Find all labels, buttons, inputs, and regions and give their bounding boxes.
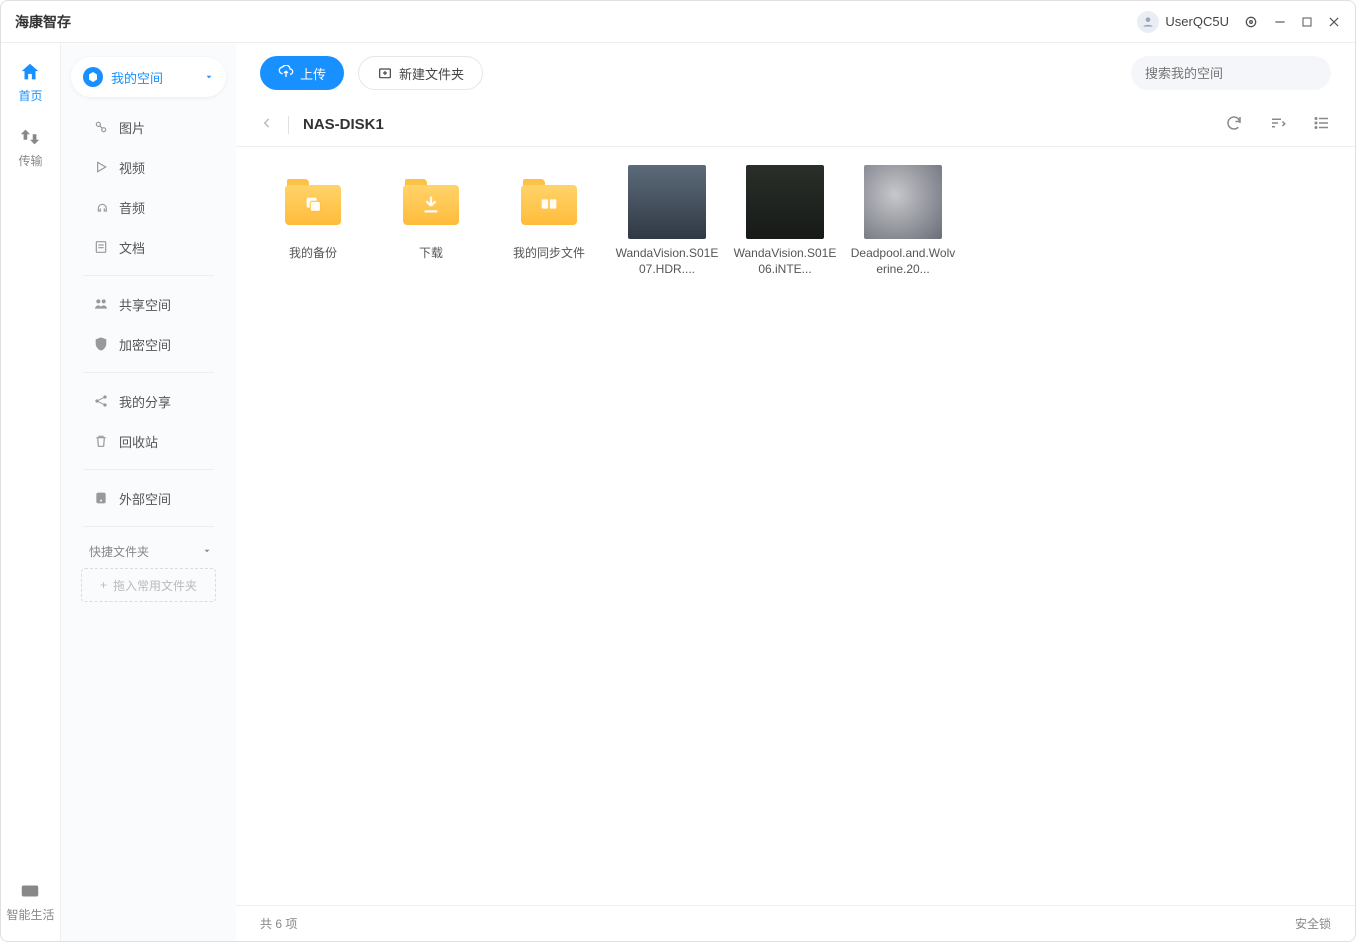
quick-folders-dropzone[interactable]: + 拖入常用文件夹: [81, 568, 216, 602]
content-area: 上传 新建文件夹 NAS-DISK1: [236, 43, 1355, 941]
sidebar-recycle-label: 回收站: [119, 432, 158, 451]
quick-folders-header[interactable]: 快捷文件夹: [71, 535, 226, 568]
item-name: 我的备份: [289, 245, 337, 261]
sidebar-myshare-label: 我的分享: [119, 392, 171, 411]
sidebar-tab-video-label: 视频: [119, 158, 145, 177]
sidebar-myshare[interactable]: 我的分享: [71, 381, 226, 421]
user-menu[interactable]: UserQC5U: [1137, 11, 1229, 33]
divider: [288, 116, 289, 134]
upload-button[interactable]: 上传: [260, 56, 344, 90]
file-grid: 我的备份 下载 我的同步文件 WandaVision.S01E07.HDR.... Wa…: [236, 147, 1355, 905]
video-item[interactable]: Deadpool.and.Wolverine.20...: [850, 165, 956, 277]
left-rail: 首页 传输 智能生活: [1, 43, 61, 941]
quick-folders-label: 快捷文件夹: [89, 543, 149, 560]
sidebar-tab-doc-label: 文档: [119, 238, 145, 257]
sidebar-tab-pic-label: 图片: [119, 118, 145, 137]
space-selector-label: 我的空间: [111, 68, 196, 87]
sidebar-secure-label: 加密空间: [119, 335, 171, 354]
item-name: Deadpool.and.Wolverine.20...: [850, 245, 956, 277]
rail-home[interactable]: 首页: [18, 61, 42, 104]
video-item[interactable]: WandaVision.S01E07.HDR....: [614, 165, 720, 277]
rail-home-label: 首页: [18, 87, 42, 104]
rail-transfer[interactable]: 传输: [18, 126, 42, 169]
search-input[interactable]: [1145, 66, 1321, 81]
search-box[interactable]: [1131, 56, 1331, 90]
user-name: UserQC5U: [1165, 14, 1229, 29]
folder-item[interactable]: 下载: [378, 165, 484, 277]
close-button[interactable]: [1327, 15, 1341, 29]
sidebar-tab-doc[interactable]: 文档: [71, 227, 226, 267]
folder-item[interactable]: 我的备份: [260, 165, 366, 277]
upload-button-label: 上传: [300, 64, 326, 83]
sidebar-external-label: 外部空间: [119, 489, 171, 508]
sort-button[interactable]: [1269, 114, 1287, 135]
quick-folders-hint: 拖入常用文件夹: [113, 577, 197, 594]
minimize-button[interactable]: [1273, 15, 1287, 29]
chevron-down-icon: [202, 545, 212, 559]
sidebar: 我的空间 图片 视频 音频 文档 共享空间 加密空间: [61, 43, 236, 941]
sidebar-shared-label: 共享空间: [119, 295, 171, 314]
sidebar-external[interactable]: 外部空间: [71, 478, 226, 518]
video-item[interactable]: WandaVision.S01E06.iNTE...: [732, 165, 838, 277]
new-folder-button[interactable]: 新建文件夹: [358, 56, 483, 90]
item-name: WandaVision.S01E06.iNTE...: [732, 245, 838, 277]
folder-item[interactable]: 我的同步文件: [496, 165, 602, 277]
rail-smartlife-label: 智能生活: [6, 906, 54, 923]
app-title: 海康智存: [15, 12, 71, 32]
sidebar-tab-pic[interactable]: 图片: [71, 107, 226, 147]
item-name: WandaVision.S01E07.HDR....: [614, 245, 720, 277]
refresh-button[interactable]: [1225, 114, 1243, 135]
space-selector[interactable]: 我的空间: [71, 57, 226, 97]
sidebar-recycle[interactable]: 回收站: [71, 421, 226, 461]
video-thumbnail: [628, 165, 706, 239]
maximize-button[interactable]: [1301, 16, 1313, 28]
new-folder-button-label: 新建文件夹: [399, 64, 464, 83]
sidebar-tab-audio-label: 音频: [119, 198, 145, 217]
rail-transfer-label: 传输: [18, 152, 42, 169]
sidebar-tab-video[interactable]: 视频: [71, 147, 226, 187]
sidebar-secure[interactable]: 加密空间: [71, 324, 226, 364]
chevron-down-icon: [204, 70, 214, 85]
avatar-icon: [1137, 11, 1159, 33]
video-thumbnail: [746, 165, 824, 239]
status-lock[interactable]: 安全锁: [1295, 915, 1331, 932]
status-count: 共 6 项: [260, 915, 297, 932]
video-thumbnail: [864, 165, 942, 239]
space-icon: [83, 67, 103, 87]
breadcrumb-current[interactable]: NAS-DISK1: [303, 116, 384, 133]
item-name: 我的同步文件: [513, 245, 585, 261]
settings-icon[interactable]: [1243, 14, 1259, 30]
back-button[interactable]: [260, 116, 274, 133]
rail-smartlife[interactable]: 智能生活: [6, 880, 54, 923]
plus-icon: +: [100, 578, 107, 592]
sidebar-shared[interactable]: 共享空间: [71, 284, 226, 324]
item-name: 下载: [419, 245, 443, 261]
list-view-button[interactable]: [1313, 114, 1331, 135]
sidebar-tab-audio[interactable]: 音频: [71, 187, 226, 227]
